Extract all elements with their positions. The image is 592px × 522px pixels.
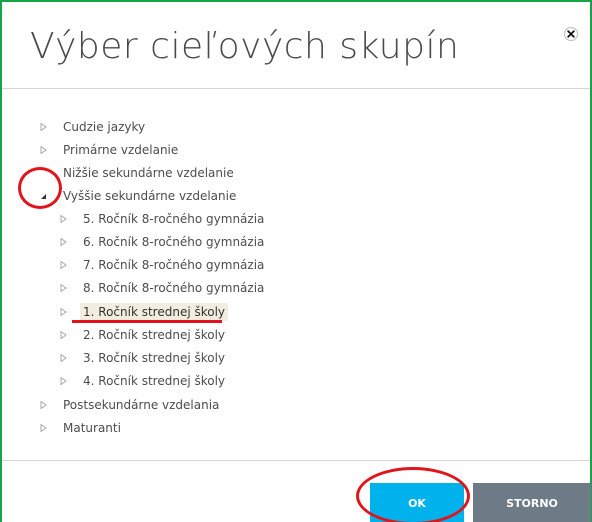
triangle-right-icon [60, 354, 67, 362]
tree-item-vyssie-sekundarne: Vyššie sekundárne vzdelanie [38, 185, 239, 207]
tree-item-2-rocnik-ss: 2. Ročník strednej školy [58, 324, 228, 346]
tree-item-label[interactable]: 8. Ročník 8-ročného gymnázia [80, 279, 267, 297]
tree-item-label[interactable]: Maturanti [60, 419, 124, 437]
tree-item-label[interactable]: 1. Ročník strednej školy [80, 303, 229, 321]
expand-toggle[interactable] [58, 283, 68, 293]
tree-item-label[interactable]: 7. Ročník 8-ročného gymnázia [80, 256, 267, 274]
expand-toggle[interactable] [58, 330, 68, 340]
tree-item-label[interactable]: Primárne vzdelanie [60, 141, 181, 159]
tree-item-5-rocnik-gym: 5. Ročník 8-ročného gymnázia [58, 208, 267, 230]
tree-item-3-rocnik-ss: 3. Ročník strednej školy [58, 347, 228, 369]
triangle-right-icon [40, 401, 47, 409]
collapse-toggle[interactable] [38, 191, 48, 201]
tree-item-4-rocnik-ss: 4. Ročník strednej školy [58, 370, 228, 392]
dialog-header: Výber cieľových skupín [2, 2, 590, 89]
tree-item-label[interactable]: 5. Ročník 8-ročného gymnázia [80, 210, 267, 228]
tree-item-label[interactable]: Postsekundárne vzdelania [60, 396, 222, 414]
triangle-right-icon [60, 238, 67, 246]
tree-item-label[interactable]: Vyššie sekundárne vzdelanie [60, 187, 239, 205]
triangle-right-icon [60, 308, 67, 316]
tree-item-label[interactable]: 2. Ročník strednej školy [80, 326, 228, 344]
tree-item-postsekundarne: Postsekundárne vzdelania [38, 394, 222, 416]
triangle-right-icon [60, 331, 67, 339]
tree-item-7-rocnik-gym: 7. Ročník 8-ročného gymnázia [58, 254, 267, 276]
tree-item-nizsie-sekundarne: Nižšie sekundárne vzdelanie [60, 162, 237, 184]
dialog-footer: OK STORNO [2, 460, 591, 522]
expand-toggle[interactable] [58, 376, 68, 386]
triangle-right-icon [40, 123, 47, 131]
tree-item-label[interactable]: 6. Ročník 8-ročného gymnázia [80, 233, 267, 251]
triangle-expanded-icon [40, 194, 46, 199]
close-icon [567, 30, 575, 38]
expand-toggle[interactable] [58, 353, 68, 363]
tree-item-maturanti: Maturanti [38, 417, 124, 439]
tree-item-label[interactable]: 3. Ročník strednej školy [80, 349, 228, 367]
triangle-right-icon [40, 424, 47, 432]
expand-toggle[interactable] [58, 260, 68, 270]
tree-item-1-rocnik-ss: 1. Ročník strednej školy [58, 301, 229, 323]
expand-toggle[interactable] [58, 237, 68, 247]
triangle-right-icon [60, 377, 67, 385]
storno-button[interactable]: STORNO [473, 483, 591, 522]
expand-toggle[interactable] [58, 307, 68, 317]
dialog-title: Výber cieľových skupín [30, 26, 460, 67]
tree-item-primarne-vzdelanie: Primárne vzdelanie [38, 139, 181, 161]
tree-item-label[interactable]: Cudzie jazyky [60, 118, 148, 136]
triangle-right-icon [60, 261, 67, 269]
target-groups-dialog: Výber cieľových skupín Cudzie jazyky Pri… [0, 0, 592, 522]
tree-item-label[interactable]: 4. Ročník strednej školy [80, 372, 228, 390]
close-button[interactable] [564, 27, 578, 41]
expand-toggle[interactable] [58, 214, 68, 224]
tree-item-8-rocnik-gym: 8. Ročník 8-ročného gymnázia [58, 277, 267, 299]
tree-item-cudzie-jazyky: Cudzie jazyky [38, 116, 148, 138]
triangle-right-icon [60, 284, 67, 292]
triangle-right-icon [40, 146, 47, 154]
ok-button[interactable]: OK [370, 483, 464, 522]
tree-item-6-rocnik-gym: 6. Ročník 8-ročného gymnázia [58, 231, 267, 253]
expand-toggle[interactable] [38, 423, 48, 433]
expand-toggle[interactable] [38, 122, 48, 132]
expand-toggle[interactable] [38, 145, 48, 155]
triangle-right-icon [60, 215, 67, 223]
expand-toggle[interactable] [38, 400, 48, 410]
tree-item-label[interactable]: Nižšie sekundárne vzdelanie [60, 164, 237, 182]
